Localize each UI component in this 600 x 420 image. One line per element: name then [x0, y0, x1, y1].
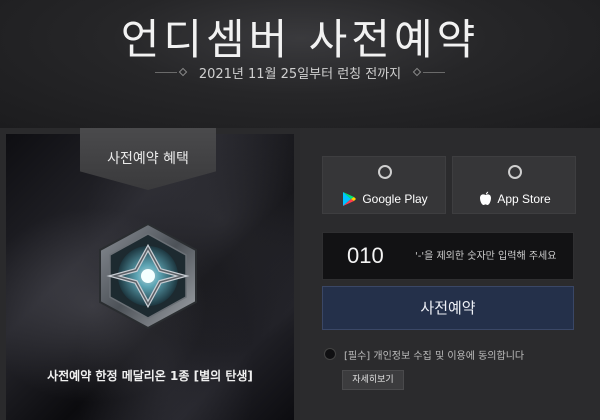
- google-play-radio[interactable]: [378, 165, 392, 179]
- agreement-radio[interactable]: [324, 348, 336, 360]
- agreement-text: [필수] 개인정보 수집 및 이용에 동의합니다: [344, 351, 525, 362]
- hexagon-star-medallion-icon: [99, 222, 197, 330]
- view-details-button[interactable]: 자세히보기: [342, 370, 404, 390]
- google-play-option[interactable]: Google Play: [322, 156, 446, 214]
- reward-badge-label: 사전예약 혜택: [107, 151, 189, 167]
- phone-field[interactable]: 010: [322, 232, 574, 280]
- app-store-option[interactable]: App Store: [452, 156, 576, 214]
- apple-icon: [480, 191, 492, 205]
- left-ornament-icon: [154, 67, 189, 77]
- subtitle-row: 2021년 11월 25일부터 런칭 전까지: [0, 62, 600, 82]
- reward-description: 사전예약 한정 메달리온 1종 [별의 탄생]: [47, 369, 253, 383]
- page-title: 언디셈버 사전예약: [120, 15, 480, 64]
- google-play-icon: [343, 192, 357, 206]
- phone-prefix: 010: [347, 243, 384, 268]
- app-store-radio[interactable]: [508, 165, 522, 179]
- app-store-row: App Store: [453, 191, 577, 206]
- pre-register-button[interactable]: 사전예약: [322, 286, 574, 330]
- google-play-row: Google Play: [323, 191, 447, 207]
- phone-number-input[interactable]: [415, 241, 569, 271]
- google-play-label: Google Play: [362, 192, 428, 206]
- right-ornament-icon: [411, 67, 446, 77]
- app-store-label: App Store: [497, 191, 551, 206]
- launch-date-text: 2021년 11월 25일부터 런칭 전까지: [198, 66, 402, 82]
